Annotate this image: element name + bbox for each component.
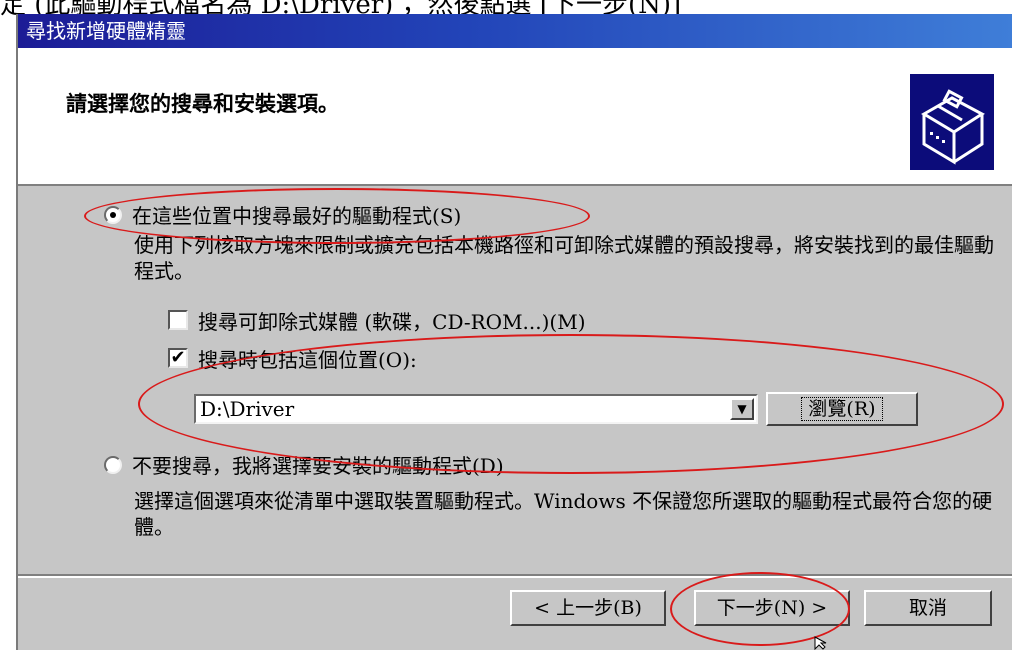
radio-manual-select[interactable] xyxy=(104,456,122,474)
footer-divider xyxy=(18,574,1012,578)
annotation-ellipse-search-option xyxy=(84,188,590,244)
checkbox-include-location[interactable]: ✔ xyxy=(168,348,188,368)
annotation-ellipse-location xyxy=(138,334,1004,474)
window-title: 尋找新增硬體精靈 xyxy=(18,14,1012,48)
cancel-button[interactable]: 取消 xyxy=(864,590,992,626)
annotation-ellipse-next-button xyxy=(670,572,850,646)
wizard-header: 請選擇您的搜尋和安裝選項。 xyxy=(18,48,1012,186)
wizard-hardware-icon xyxy=(910,74,994,170)
found-new-hardware-wizard: 尋找新增硬體精靈 請選擇您的搜尋和安裝選項。 在這些位置中搜尋最好的驅動程式(S… xyxy=(16,14,1012,650)
mouse-cursor-icon xyxy=(814,636,827,650)
back-button[interactable]: < 上一步(B) xyxy=(510,590,666,626)
header-title: 請選擇您的搜尋和安裝選項。 xyxy=(66,91,339,116)
checkbox-removable-label[interactable]: 搜尋可卸除式媒體 (軟碟，CD-ROM...)(M) xyxy=(198,306,586,335)
manual-option-description: 選擇這個選項來從清單中選取裝置驅動程式。Windows 不保證您所選取的驅動程式… xyxy=(134,489,993,539)
checkbox-removable-media[interactable] xyxy=(168,310,188,330)
